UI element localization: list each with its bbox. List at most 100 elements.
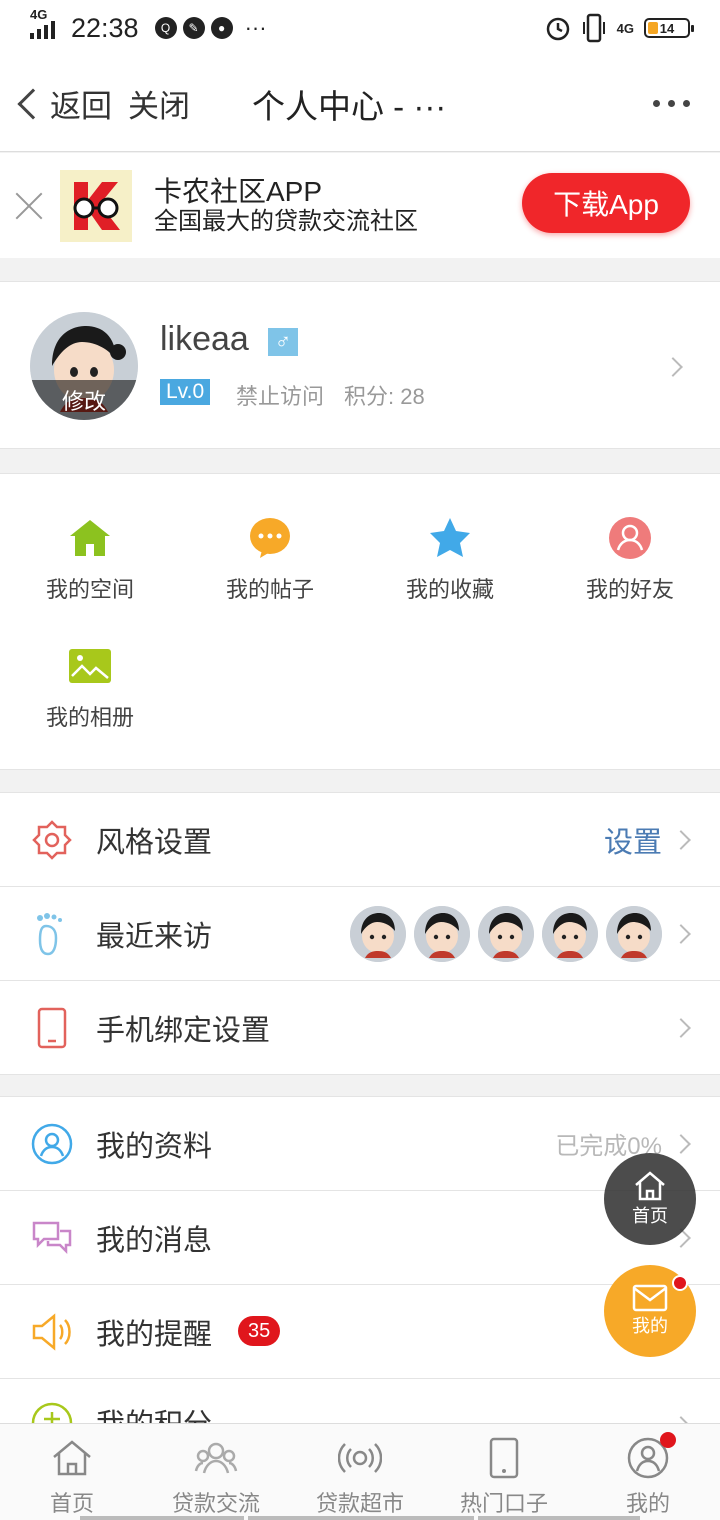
back-label: 返回 [50, 89, 112, 124]
notification-dot [660, 1432, 676, 1448]
more-notifications-icon: ··· [244, 15, 267, 40]
scroll-indicator [478, 1516, 640, 1520]
personal-list: 我的资料 已完成0% 我的消息 我的提醒 35 我的积分 [0, 1096, 720, 1425]
quick-link-label: 我的好友 [585, 577, 674, 602]
list-item-recent-visitors[interactable]: 最近来访 [0, 887, 720, 981]
avatar[interactable]: 修改 [30, 312, 138, 420]
quick-link-my-posts[interactable]: 我的帖子 [180, 516, 360, 604]
status-bar: 4G 22:38 Q ✎ ● ··· 4G 14 [0, 0, 720, 56]
house-icon [635, 1171, 665, 1201]
row-label: 我的资料 [96, 1130, 213, 1163]
quick-link-label: 我的收藏 [405, 577, 494, 602]
tab-mine[interactable]: 我的 [576, 1424, 720, 1520]
avatar-edit-label[interactable]: 修改 [30, 380, 138, 420]
house-icon [50, 1436, 94, 1480]
tab-loan-market[interactable]: 贷款超市 [288, 1424, 432, 1520]
tab-label: 首页 [49, 1491, 94, 1516]
chat-bubble-icon [248, 516, 292, 560]
row-label: 我的积分 [96, 1409, 213, 1425]
mail-icon [632, 1284, 668, 1312]
reminder-count-badge: 35 [238, 1316, 281, 1346]
quick-links-grid: 我的空间 我的帖子 我的收藏 我的好友 我的相册 [0, 473, 720, 770]
tab-label: 贷款超市 [315, 1491, 404, 1516]
banner-title: 卡农社区APP [154, 175, 323, 207]
edit-icon: ✎ [182, 17, 205, 39]
network-type-right: 4G [616, 20, 634, 36]
visitor-avatar[interactable] [414, 905, 470, 962]
chevron-right-icon [671, 924, 691, 944]
quick-link-label: 我的相册 [45, 705, 134, 730]
tab-loan-community[interactable]: 贷款交流 [144, 1424, 288, 1520]
quick-link-my-space[interactable]: 我的空间 [0, 516, 180, 604]
visitor-avatar[interactable] [478, 905, 534, 962]
floating-mine-button[interactable]: 我的 [604, 1265, 696, 1357]
row-label: 我的提醒 [96, 1318, 213, 1351]
banner-subtitle: 全国最大的贷款交流社区 [154, 207, 418, 235]
chevron-right-icon [671, 1134, 691, 1154]
bottom-tab-bar: 首页 贷款交流 贷款超市 热门口子 我的 [0, 1423, 720, 1520]
list-item-phone-binding[interactable]: 手机绑定设置 [0, 981, 720, 1075]
broadcast-icon [338, 1436, 382, 1480]
close-banner-icon[interactable] [14, 191, 44, 221]
visitor-avatar[interactable] [606, 905, 662, 962]
list-item-style-settings[interactable]: 风格设置 设置 [0, 793, 720, 887]
quick-link-my-friends[interactable]: 我的好友 [540, 516, 720, 604]
footprint-icon [30, 912, 74, 956]
fab-home-label: 首页 [632, 1206, 668, 1226]
battery-icon: 14 [644, 18, 694, 38]
visitor-avatar[interactable] [542, 905, 598, 962]
row-label: 风格设置 [96, 826, 213, 859]
quick-link-label: 我的帖子 [225, 577, 314, 602]
phone-icon [30, 1006, 74, 1050]
fab-mine-label: 我的 [632, 1316, 668, 1336]
scroll-indicator [80, 1516, 244, 1520]
male-gender-icon: ♂ [268, 328, 298, 356]
profile-card[interactable]: 修改 likeaa ♂ Lv.0 禁止访问 积分: 28 [0, 281, 720, 449]
tab-label: 贷款交流 [171, 1491, 260, 1516]
tab-label: 热门口子 [459, 1491, 548, 1516]
page-title: 个人中心 - ··· [252, 87, 447, 125]
chevron-left-icon [17, 87, 49, 120]
more-options-icon[interactable] [653, 100, 690, 107]
network-type: 4G [30, 7, 48, 22]
friend-icon [608, 516, 652, 560]
app-logo [60, 169, 132, 242]
chevron-right-icon [671, 830, 691, 850]
points-icon [30, 1401, 74, 1425]
access-status: 禁止访问 [236, 384, 325, 409]
quick-link-label: 我的空间 [45, 577, 134, 602]
tab-home[interactable]: 首页 [0, 1424, 144, 1520]
visitor-avatars [350, 905, 662, 962]
star-icon [428, 516, 472, 560]
status-left: 4G 22:38 Q ✎ ● ··· [30, 7, 267, 44]
alarm-icon [546, 17, 569, 41]
signal-icon: 4G [30, 7, 55, 39]
profile-icon [30, 1122, 74, 1166]
community-icon [194, 1436, 238, 1480]
tab-label: 我的 [625, 1491, 670, 1516]
points-count: 积分: 28 [344, 384, 425, 409]
username: likeaa [160, 320, 249, 358]
quick-link-my-album[interactable]: 我的相册 [0, 644, 180, 732]
home-icon [68, 516, 112, 560]
chevron-right-icon [671, 1018, 691, 1038]
row-value: 设置 [603, 826, 662, 859]
style-gear-icon [30, 818, 74, 862]
status-right: 4G 14 [545, 13, 694, 43]
row-label: 手机绑定设置 [96, 1014, 271, 1047]
settings-list: 风格设置 设置 最近来访 手机绑定设置 [0, 792, 720, 1075]
notification-dot [672, 1275, 688, 1291]
list-item-my-points[interactable]: 我的积分 [0, 1379, 720, 1425]
message-bubble-icon: ● [210, 17, 233, 39]
floating-home-button[interactable]: 首页 [604, 1153, 696, 1245]
chevron-right-icon [663, 357, 683, 377]
visitor-avatar[interactable] [350, 905, 406, 962]
nav-bar: 返回 关闭 个人中心 - ··· [0, 56, 720, 152]
notification-icons: Q ✎ ● [154, 17, 233, 39]
quick-link-my-favorites[interactable]: 我的收藏 [360, 516, 540, 604]
close-button[interactable]: 关闭 [128, 81, 190, 126]
album-icon [68, 644, 112, 688]
tab-hot-loans[interactable]: 热门口子 [432, 1424, 576, 1520]
back-button[interactable]: 返回 [14, 81, 112, 126]
download-app-button[interactable]: 下载App [522, 173, 690, 233]
